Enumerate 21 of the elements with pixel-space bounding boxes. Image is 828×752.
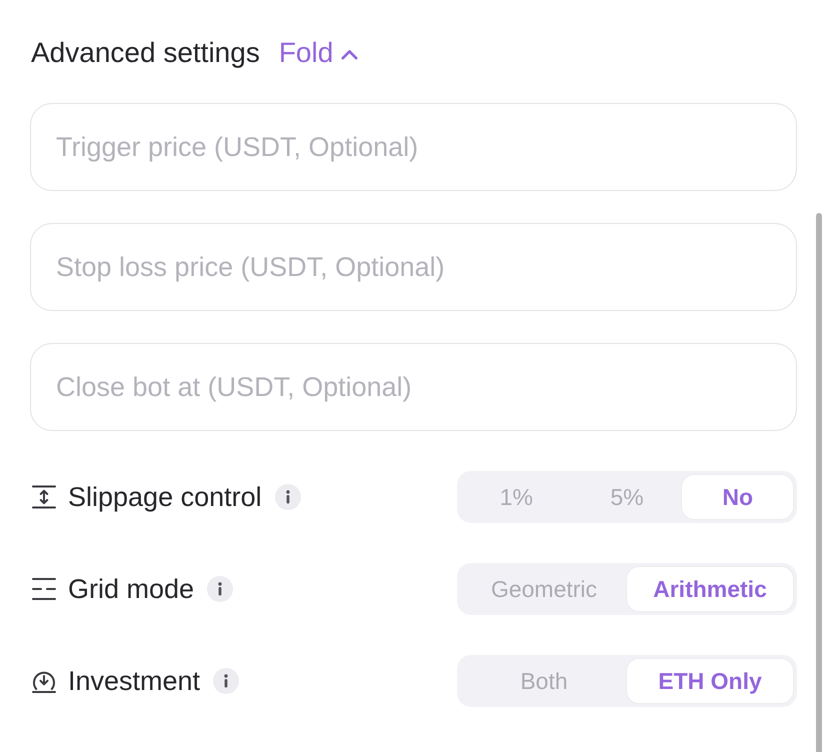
slippage-icon <box>31 484 57 510</box>
input-field[interactable]: Trigger price (USDT, Optional) <box>30 103 797 191</box>
segment-option[interactable]: 5% <box>572 475 682 519</box>
info-icon[interactable] <box>274 484 301 510</box>
info-icon[interactable] <box>213 668 240 694</box>
setting-label: Investment <box>68 666 200 696</box>
segment-option[interactable]: Geometric <box>461 567 627 611</box>
scrollbar-thumb[interactable] <box>816 213 822 752</box>
segment-option[interactable]: Both <box>461 659 627 703</box>
grid-lines-icon <box>31 576 57 602</box>
segment-option[interactable]: Arithmetic <box>627 567 793 611</box>
segment-option[interactable]: 1% <box>461 475 572 519</box>
setting-label: Grid mode <box>68 574 194 604</box>
input-field[interactable]: Close bot at (USDT, Optional) <box>30 343 797 431</box>
info-icon[interactable] <box>207 576 234 602</box>
section-title: Advanced settings <box>31 37 260 69</box>
setting-label: Slippage control <box>68 482 262 512</box>
segment-option[interactable]: No <box>682 475 794 519</box>
segment-option[interactable]: ETH Only <box>627 659 793 703</box>
fold-toggle[interactable]: Fold <box>278 37 358 69</box>
input-field[interactable]: Stop loss price (USDT, Optional) <box>30 223 797 311</box>
